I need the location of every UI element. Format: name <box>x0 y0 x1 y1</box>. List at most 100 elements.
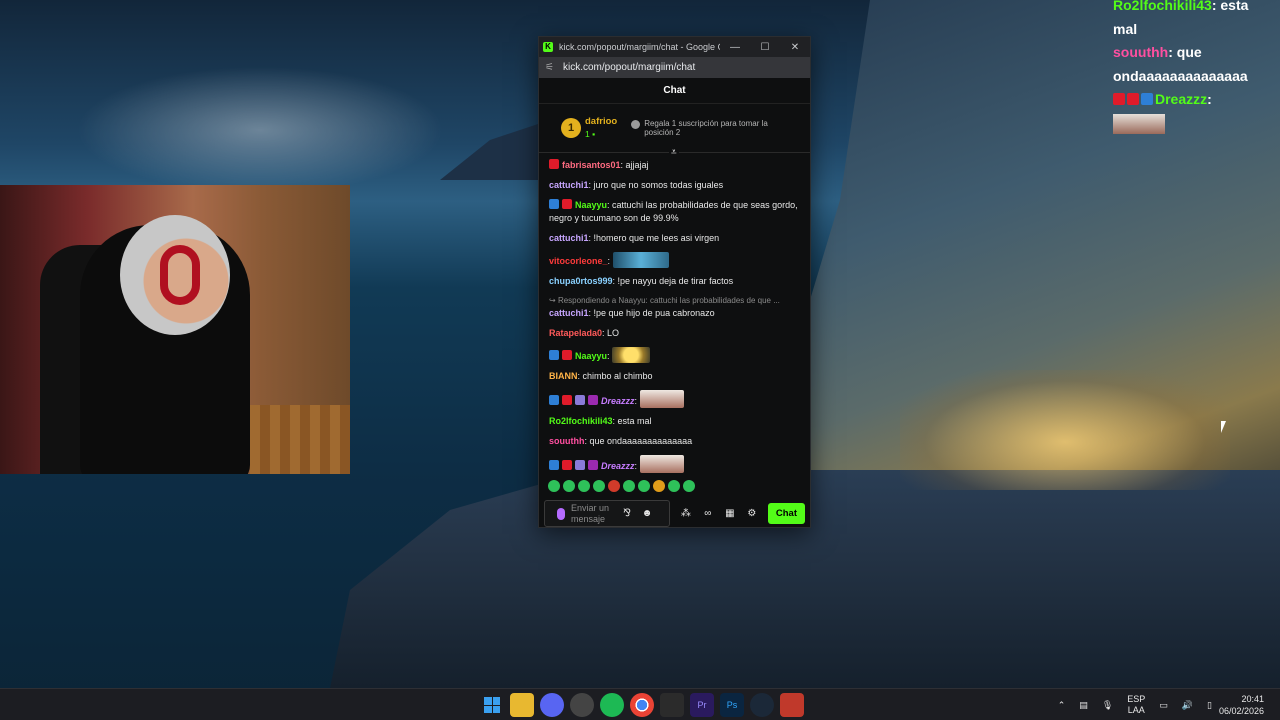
chat-text: que ondaaaaaaaaaaaaaa <box>589 436 693 446</box>
badge-icon <box>575 460 585 470</box>
message-input[interactable]: Enviar un mensaje ⅋ ☻ <box>544 500 670 527</box>
microphone-icon[interactable]: 🎙 <box>1102 700 1113 711</box>
badge-icon <box>549 199 559 209</box>
address-bar[interactable]: ⚟ kick.com/popout/margiim/chat <box>539 57 810 78</box>
background-fortress-light <box>900 370 1230 490</box>
chat-username[interactable]: BIANN <box>549 371 578 381</box>
badge-icon <box>575 395 585 405</box>
window-titlebar[interactable]: K kick.com/popout/margiim/chat - Google … <box>539 37 810 57</box>
clock[interactable]: 20:41 06/02/2026 <box>1219 693 1264 717</box>
mic-icon[interactable] <box>557 507 565 520</box>
chat-message: Dreazzz: <box>549 455 800 473</box>
photoshop-icon[interactable]: Ps <box>720 693 744 717</box>
overlay-text: que <box>1176 44 1202 60</box>
input-placeholder[interactable]: Enviar un mensaje <box>571 503 617 525</box>
url-text[interactable]: kick.com/popout/margiim/chat <box>563 62 695 73</box>
emote-button[interactable] <box>683 480 695 492</box>
badge-icon <box>562 395 572 405</box>
badge-icon <box>549 460 559 470</box>
chat-username[interactable]: souuthh <box>549 436 585 446</box>
settings-gear-icon[interactable]: ⚙ <box>742 508 762 519</box>
overlay-line: mal <box>1113 18 1280 42</box>
badge-icon <box>562 350 572 360</box>
emote-button[interactable] <box>548 480 560 492</box>
emoji-icon[interactable]: ☻ <box>637 508 657 519</box>
taskbar: Pr Ps ⌃ ▤ 🎙 ESP LAA ▭ 🔊 ▯ 20:41 06/02/20… <box>0 688 1280 720</box>
obs-icon[interactable] <box>570 693 594 717</box>
chat-username[interactable]: chupa0rtos999 <box>549 276 613 286</box>
emote-button[interactable] <box>653 480 665 492</box>
windows-start-icon[interactable] <box>480 693 504 717</box>
file-explorer-icon[interactable] <box>510 693 534 717</box>
chat-title: Chat <box>663 85 686 96</box>
chat-username[interactable]: Ratapelada0 <box>549 328 602 338</box>
chevron-up-icon[interactable]: ⌃ <box>1058 700 1066 711</box>
reply-context[interactable]: ↪ Respondiendo a Naayyu: cattuchi las pr… <box>549 295 800 306</box>
translate-icon[interactable]: ⅋ <box>617 508 637 519</box>
clock-time: 20:41 <box>1241 694 1264 704</box>
reply-text: Respondiendo a Naayyu: cattuchi las prob… <box>557 296 780 305</box>
gift-sub-text: Regala 1 suscripción para tomar la posic… <box>644 118 768 138</box>
channel-points-icon[interactable]: ⁂ <box>676 508 696 519</box>
emote-button[interactable] <box>593 480 605 492</box>
chat-username[interactable]: cattuchi1 <box>549 233 589 243</box>
steam-icon[interactable] <box>750 693 774 717</box>
overlay-text: mal <box>1113 20 1138 37</box>
display-icon[interactable]: ▭ <box>1159 700 1168 711</box>
chat-username[interactable]: Naayyu <box>575 200 607 210</box>
leaderboard-username[interactable]: dafrioo <box>585 116 617 128</box>
chat-username[interactable]: Naayyu <box>575 351 607 361</box>
emote-button[interactable] <box>623 480 635 492</box>
chat-message: Ratapelada0: LO <box>549 328 620 338</box>
gift-sub-cta[interactable]: Regala 1 suscripción para tomar la posic… <box>631 119 779 138</box>
leaderboard-user[interactable]: dafrioo 1 ▪ <box>585 116 617 140</box>
chat-message: fabrisantos01: ajjajaj <box>549 159 800 172</box>
battery-icon[interactable]: ▯ <box>1207 700 1212 711</box>
chat-message: Naayyu: cattuchi las probabilidades de q… <box>549 199 798 223</box>
store-icon[interactable]: ▦ <box>720 508 740 519</box>
chat-message: BIANN: chimbo al chimbo <box>549 371 653 381</box>
chrome-icon[interactable] <box>630 693 654 717</box>
emote-button[interactable] <box>563 480 575 492</box>
emote-image[interactable] <box>612 252 669 268</box>
overlay-line: Ro2lfochikili43: esta <box>1113 0 1280 18</box>
system-tray: ⌃ ▤ 🎙 ESP LAA ▭ 🔊 ▯ 20:41 06/02/2026 <box>1051 689 1280 720</box>
emote-image[interactable] <box>612 347 651 363</box>
epic-games-icon[interactable] <box>660 693 684 717</box>
minimize-button[interactable]: — <box>720 42 750 53</box>
chat-message: Naayyu: <box>549 347 800 363</box>
stream-app-icon[interactable] <box>780 693 804 717</box>
flag-icon[interactable]: ▤ <box>1079 700 1088 711</box>
chat-username[interactable]: fabrisantos01 <box>562 160 621 170</box>
maximize-button[interactable]: ☐ <box>750 42 780 53</box>
emote-button[interactable] <box>638 480 650 492</box>
emote-image[interactable] <box>639 390 684 408</box>
chat-username[interactable]: Dreazzz <box>601 396 635 406</box>
language-indicator[interactable]: ESP LAA <box>1127 694 1145 716</box>
overlay-username: Dreazzz <box>1155 91 1208 107</box>
emote-button[interactable] <box>608 480 620 492</box>
send-chat-button[interactable]: Chat <box>767 503 805 524</box>
chat-username[interactable]: cattuchi1 <box>549 308 589 318</box>
premiere-icon[interactable]: Pr <box>690 693 714 717</box>
emote-button[interactable] <box>668 480 680 492</box>
emote-button[interactable] <box>578 480 590 492</box>
discord-icon[interactable] <box>540 693 564 717</box>
chat-username[interactable]: Ro2lfochikili43 <box>549 416 613 426</box>
chat-username[interactable]: cattuchi1 <box>549 180 589 190</box>
site-info-icon[interactable]: ⚟ <box>545 62 559 73</box>
mouse-cursor-icon <box>1221 421 1226 433</box>
chat-input-bar: Enviar un mensaje ⅋ ☻ ⁂ ∞ ▦ ⚙ Chat <box>539 500 810 527</box>
spotify-icon[interactable] <box>600 693 624 717</box>
emote-image[interactable] <box>639 455 684 473</box>
volume-icon[interactable]: 🔊 <box>1182 700 1193 711</box>
badge-icon <box>549 395 559 405</box>
collapse-arrow-icon[interactable]: ⩡ <box>669 147 679 158</box>
chat-username[interactable]: vitocorleone_ <box>549 256 608 266</box>
infinity-icon[interactable]: ∞ <box>698 508 718 519</box>
chat-username[interactable]: Dreazzz <box>601 461 635 471</box>
close-button[interactable]: ✕ <box>780 42 810 53</box>
emote-image <box>1113 113 1165 134</box>
chat-text: !homero que me lees asi virgen <box>593 233 720 243</box>
gift-icon <box>631 119 641 129</box>
